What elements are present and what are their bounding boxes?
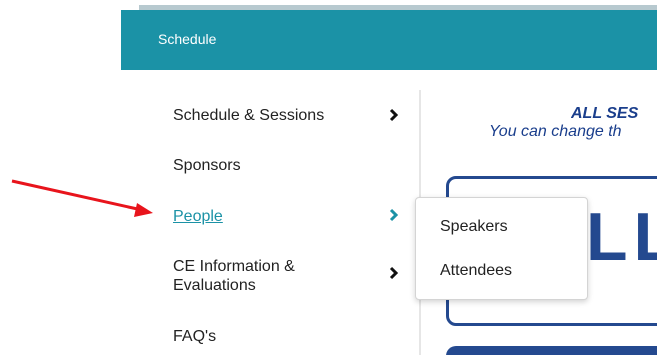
- submenu-item-speakers[interactable]: Speakers: [440, 218, 508, 236]
- chevron-right-icon[interactable]: [388, 108, 402, 122]
- sidebar-item-schedule-sessions[interactable]: Schedule & Sessions: [173, 106, 324, 125]
- annotation-arrow-icon: [11, 179, 153, 217]
- sidebar-item-people[interactable]: People: [173, 207, 223, 226]
- chevron-right-icon[interactable]: [388, 266, 402, 280]
- content-banner-line1: ALL SES: [571, 105, 639, 122]
- chevron-right-icon[interactable]: [388, 208, 402, 222]
- content-banner-line2: You can change th: [489, 123, 622, 140]
- page-header: Schedule: [121, 10, 657, 70]
- submenu-item-attendees[interactable]: Attendees: [440, 262, 512, 280]
- sidebar-item-sponsors[interactable]: Sponsors: [173, 156, 241, 175]
- sidebar-item-ce-information[interactable]: CE Information & Evaluations: [173, 257, 343, 295]
- people-submenu: Speakers Attendees: [415, 197, 588, 300]
- content-bottom-box: [446, 346, 657, 355]
- sidebar-item-faqs[interactable]: FAQ's: [173, 327, 216, 346]
- header-title: Schedule: [158, 31, 217, 47]
- content-big-text: LL: [586, 199, 657, 275]
